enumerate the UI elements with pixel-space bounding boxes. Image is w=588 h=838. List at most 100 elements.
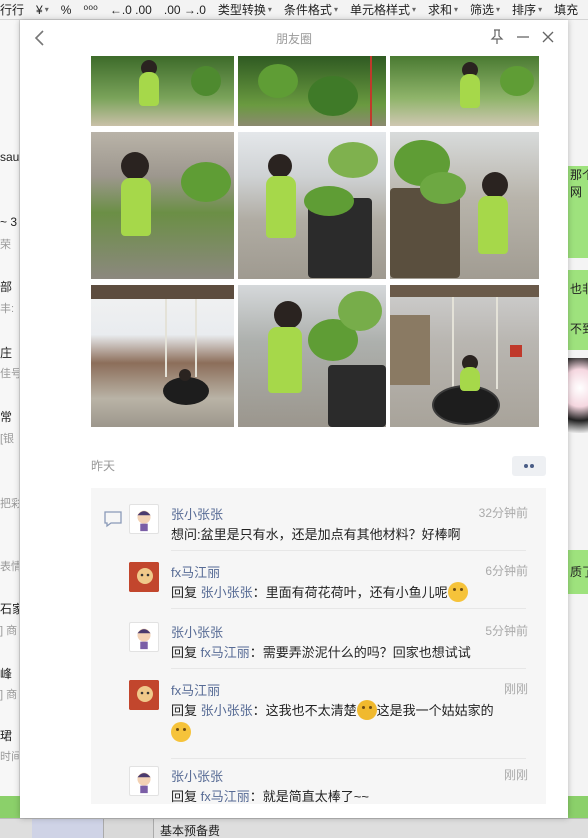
comment-text: 回复 fx马江丽：需要弄淤泥什么的吗？回家也想试试 — [171, 642, 533, 664]
bg-text: 荣 — [0, 239, 11, 251]
post-time: 昨天 — [91, 459, 116, 473]
cartoon-avatar-icon[interactable] — [129, 622, 159, 652]
minimize-icon[interactable] — [516, 29, 530, 45]
photo-9[interactable] — [390, 285, 539, 427]
bg-text: 珺 — [0, 729, 13, 743]
reply-body: ：里面有荷花荷叶，还有小鱼儿呢 — [252, 585, 448, 600]
bg-chat-bubble: 不到 — [568, 308, 588, 350]
more-actions-button[interactable] — [512, 456, 546, 476]
bg-text: ] 商 — [0, 689, 18, 701]
currency-button[interactable]: ¥ ▾ — [36, 3, 49, 17]
bg-text: 佳号 — [0, 368, 20, 380]
background-sheet-row: 基本预备费 — [0, 818, 588, 838]
comment-item[interactable]: 张小张张 5分钟前 回复 fx马江丽：需要弄淤泥什么的吗？回家也想试试 — [129, 622, 541, 678]
bg-sticker-image — [568, 358, 588, 433]
photo-1[interactable] — [91, 56, 234, 126]
filter-menu[interactable]: 筛选 ▾ — [470, 1, 500, 18]
comment-item[interactable]: fx马江丽 刚刚 回复 张小张张：这我也不太清楚 这是我一个姑姑家的 — [129, 680, 541, 758]
photo-7[interactable] — [91, 285, 234, 427]
bg-text: 石家 — [0, 602, 19, 616]
comment-time: 6分钟前 — [485, 564, 528, 578]
comment-section: 张小张张 32分钟前 想问:盆里是只有水，还是加点有其他材料？好棒啊 fx马江丽… — [91, 488, 546, 804]
reply-target-name[interactable]: 张小张张 — [201, 703, 253, 718]
type-convert-menu[interactable]: 类型转换 ▾ — [218, 1, 272, 18]
comment-item[interactable]: 张小张张 刚刚 回复 fx马江丽：就是简直太棒了~~ — [129, 766, 541, 804]
cell-style-menu[interactable]: 单元格样式 ▾ — [350, 1, 416, 18]
toolbar-item[interactable]: 行行 — [0, 1, 24, 18]
commenter-name[interactable]: 张小张张 — [171, 766, 223, 785]
bg-cell — [32, 819, 104, 838]
bg-text: 庄 — [0, 346, 13, 360]
comment-text: 回复 张小张张：这我也不太清楚 这是我一个姑姑家的 — [171, 700, 533, 744]
red-avatar-icon[interactable] — [129, 562, 159, 592]
comment-text: 想问:盆里是只有水，还是加点有其他材料？好棒啊 — [171, 527, 461, 542]
bg-text: 表情 — [0, 561, 20, 573]
comment-divider — [129, 668, 541, 669]
spreadsheet-toolbar: 行行 ¥ ▾ % ⁰⁰⁰ ←.0 .00 .00 →.0 类型转换 ▾ 条件格式 ▾ … — [0, 0, 588, 20]
bg-chat-bubble: 那个网 — [568, 166, 588, 258]
comment-divider — [129, 758, 541, 759]
sum-menu[interactable]: 求和 ▾ — [428, 1, 458, 18]
photo-6[interactable] — [390, 132, 539, 279]
decrease-decimal-button[interactable]: .00 →.0 — [164, 3, 206, 17]
commenter-name[interactable]: fx马江丽 — [171, 562, 220, 581]
bg-chat-bubble: 质了 — [568, 550, 588, 594]
bg-text: sau — [0, 150, 20, 164]
reply-target-name[interactable]: fx马江丽 — [201, 645, 250, 660]
commenter-name[interactable]: 张小张张 — [171, 622, 223, 641]
photo-detail — [510, 345, 522, 357]
photo-8[interactable] — [238, 285, 386, 427]
comment-divider — [129, 608, 541, 609]
photo-2[interactable] — [238, 56, 386, 126]
reply-target-name[interactable]: 张小张张 — [201, 585, 253, 600]
reply-prefix: 回复 — [171, 789, 198, 804]
increase-decimal-button[interactable]: ←.0 .00 — [110, 3, 152, 17]
comment-text: 回复 张小张张：里面有荷花荷叶，还有小鱼儿呢 — [171, 582, 533, 604]
comment-item[interactable]: fx马江丽 6分钟前 回复 张小张张：里面有荷花荷叶，还有小鱼儿呢 — [129, 562, 541, 618]
comment-time: 刚刚 — [503, 682, 528, 696]
comment-divider — [129, 550, 541, 551]
bg-chat-bubble: 也非 — [568, 270, 588, 308]
reply-body-continued: 这是我一个姑姑家的 — [376, 703, 494, 718]
fill-menu[interactable]: 填充 — [554, 1, 578, 18]
photo-detail — [390, 315, 430, 385]
commenter-name[interactable]: fx马江丽 — [171, 680, 220, 699]
sort-menu[interactable]: 排序 ▾ — [512, 1, 542, 18]
bg-text: 部 — [0, 280, 13, 294]
reply-body: ：需要弄淤泥什么的吗？回家也想试试 — [249, 645, 471, 660]
bg-text: 把彩 — [0, 498, 20, 510]
photo-4[interactable] — [91, 132, 234, 279]
photo-5[interactable] — [238, 132, 386, 279]
percent-button[interactable]: % — [61, 3, 72, 17]
photo-detail — [91, 285, 234, 299]
reply-prefix: 回复 — [171, 645, 198, 660]
commenter-name[interactable]: 张小张张 — [171, 504, 223, 523]
bg-text: [银 — [0, 433, 15, 445]
thinking-emoji-icon — [171, 722, 191, 742]
bg-green-cell — [0, 796, 20, 818]
pin-icon[interactable] — [490, 29, 504, 45]
background-right-panel: 那个网 也非 不到 质了 — [568, 20, 588, 820]
comment-time: 5分钟前 — [485, 624, 528, 638]
conditional-format-menu[interactable]: 条件格式 ▾ — [284, 1, 338, 18]
comment-item[interactable]: 张小张张 32分钟前 想问:盆里是只有水，还是加点有其他材料？好棒啊 — [129, 504, 541, 560]
cartoon-avatar-icon[interactable] — [129, 766, 159, 796]
moments-window: 朋友圈 昨天 张小张张 32分钟前 想问:盆里是只有水，还是加点有其他材料？好棒… — [20, 20, 568, 818]
window-title: 朋友圈 — [275, 32, 312, 46]
thousands-button[interactable]: ⁰⁰⁰ — [83, 3, 97, 17]
comment-text: 回复 fx马江丽：就是简直太棒了~~ — [171, 786, 533, 808]
comment-time: 32分钟前 — [478, 506, 528, 520]
bg-text: ~ 3 — [0, 215, 18, 229]
bg-text: 丰: — [0, 303, 15, 315]
cartoon-avatar-icon[interactable] — [129, 504, 159, 534]
red-avatar-icon[interactable] — [129, 680, 159, 710]
close-icon[interactable] — [540, 29, 556, 45]
reply-prefix: 回复 — [171, 585, 198, 600]
photo-3[interactable] — [390, 56, 539, 126]
bg-green-cell — [568, 796, 588, 818]
bg-cell-text: 基本预备费 — [160, 824, 221, 838]
window-titlebar: 朋友圈 — [20, 20, 568, 56]
dot — [524, 464, 528, 468]
thinking-emoji-icon — [447, 582, 468, 602]
reply-target-name[interactable]: fx马江丽 — [201, 789, 250, 804]
